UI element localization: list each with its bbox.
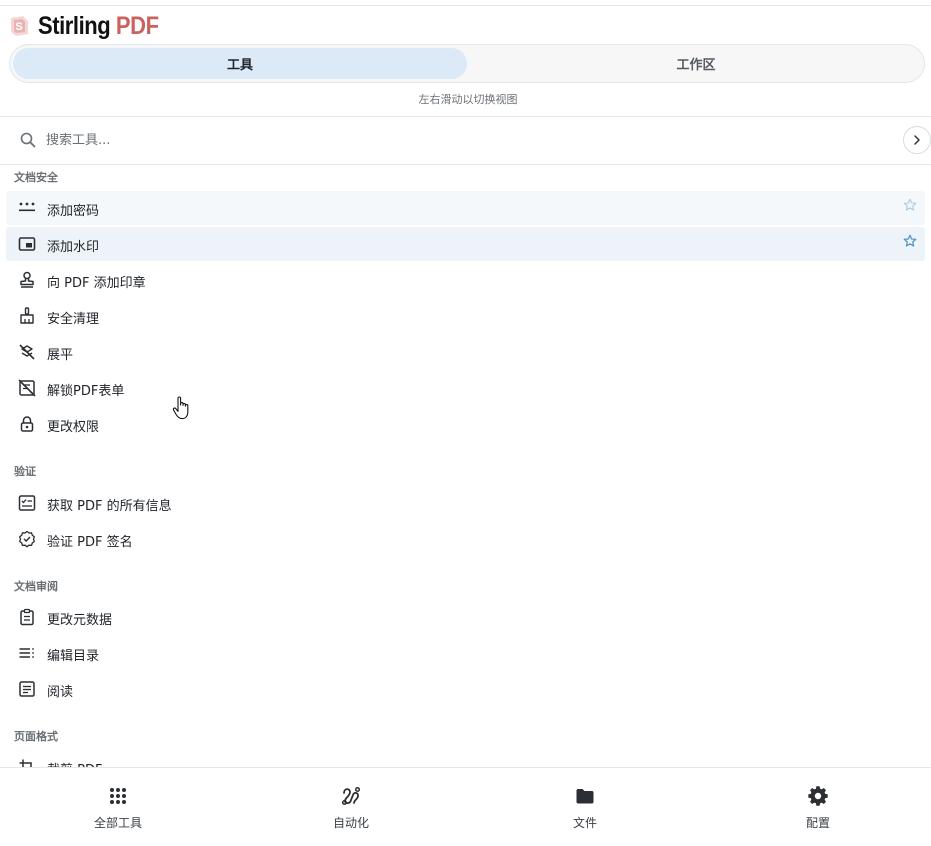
tool-unlock-pdf-forms[interactable]: 解锁PDF表单 xyxy=(6,371,925,405)
search-icon xyxy=(20,132,36,148)
tool-label: 裁剪 PDF xyxy=(47,759,102,767)
chevron-right-icon xyxy=(914,135,920,145)
tool-verify-signature[interactable]: 验证 PDF 签名 xyxy=(6,522,925,556)
nav-label: 配置 xyxy=(805,816,830,830)
automation-icon xyxy=(341,786,361,806)
star-icon[interactable] xyxy=(903,198,917,212)
toc-list-icon xyxy=(19,648,34,658)
stirling-logo-icon: S xyxy=(11,16,28,36)
nav-settings[interactable]: 配置 xyxy=(758,768,878,846)
tool-label: 添加水印 xyxy=(47,240,100,255)
star-icon[interactable] xyxy=(903,234,917,248)
tab-tools[interactable]: 工具 xyxy=(13,48,467,79)
tool-label: 获取 PDF 的所有信息 xyxy=(47,499,172,514)
top-border xyxy=(0,5,931,6)
app-title: Stirling PDF xyxy=(38,12,159,40)
search-input[interactable] xyxy=(46,129,866,151)
app-title-stirling: Stirling xyxy=(38,12,111,40)
search-bar xyxy=(0,117,931,164)
tool-flatten[interactable]: 展平 xyxy=(6,335,925,369)
tool-label: 添加密码 xyxy=(47,204,100,219)
nav-files[interactable]: 文件 xyxy=(525,768,645,846)
app-title-pdf: PDF xyxy=(115,12,159,40)
tool-label: 展平 xyxy=(47,348,74,363)
tool-crop-pdf[interactable]: 裁剪 PDF xyxy=(6,750,925,767)
tool-label: 向 PDF 添加印章 xyxy=(47,276,146,291)
category-heading: 页面格式 xyxy=(14,730,58,743)
unlock-form-icon xyxy=(18,379,36,397)
tool-add-watermark[interactable]: 添加水印 xyxy=(6,227,925,261)
tool-label: 安全清理 xyxy=(47,312,100,327)
tool-label: 阅读 xyxy=(47,685,74,700)
category-heading: 文档安全 xyxy=(14,171,58,184)
tab-workspace[interactable]: 工作区 xyxy=(469,48,923,79)
clipboard-icon xyxy=(20,608,34,626)
watermark-icon xyxy=(18,237,36,251)
broom-icon xyxy=(20,307,34,324)
tool-label: 更改权限 xyxy=(47,420,100,435)
nav-all-tools[interactable]: 全部工具 xyxy=(58,768,178,846)
verified-badge-icon xyxy=(19,530,35,548)
view-switcher: 工具 工作区 xyxy=(9,44,925,83)
category-heading: 验证 xyxy=(14,465,36,478)
svg-text:S: S xyxy=(15,21,22,33)
gear-icon xyxy=(808,786,828,806)
tool-change-permissions[interactable]: 更改权限 xyxy=(6,407,925,441)
folder-icon xyxy=(576,789,594,804)
tool-read[interactable]: 阅读 xyxy=(6,672,925,706)
article-icon xyxy=(19,681,35,697)
swipe-hint: 左右滑动以切换视图 xyxy=(418,93,518,106)
tool-add-stamp[interactable]: 向 PDF 添加印章 xyxy=(6,263,925,297)
tool-list: 文档安全 添加密码 添加水印 向 PDF 添加印章 安全清理 展平 解锁PDF表… xyxy=(0,165,931,767)
lock-icon xyxy=(20,416,34,432)
tool-label: 解锁PDF表单 xyxy=(47,384,125,399)
grid-dots-icon xyxy=(110,788,126,804)
nav-automation[interactable]: 自动化 xyxy=(291,768,411,846)
tool-add-password[interactable]: 添加密码 xyxy=(6,191,925,225)
nav-label: 全部工具 xyxy=(93,816,142,830)
collapse-panel-button[interactable] xyxy=(903,126,931,154)
info-list-icon xyxy=(18,495,36,511)
stamp-icon xyxy=(20,271,34,288)
tool-label: 验证 PDF 签名 xyxy=(47,535,133,550)
flatten-icon xyxy=(19,344,35,360)
crop-icon xyxy=(19,759,32,767)
nav-label: 文件 xyxy=(572,816,597,830)
tool-get-pdf-info[interactable]: 获取 PDF 的所有信息 xyxy=(6,486,925,520)
password-icon xyxy=(19,202,35,212)
nav-label: 自动化 xyxy=(332,816,369,830)
tool-sanitize[interactable]: 安全清理 xyxy=(6,299,925,333)
bottom-navigation: 全部工具 自动化 文件 配置 xyxy=(0,767,931,846)
tool-edit-toc[interactable]: 编辑目录 xyxy=(6,636,925,670)
app-logo[interactable]: S Stirling PDF xyxy=(8,12,175,40)
tool-label: 编辑目录 xyxy=(47,649,100,664)
category-heading: 文档审阅 xyxy=(14,580,58,593)
tool-label: 更改元数据 xyxy=(47,613,113,628)
tool-change-metadata[interactable]: 更改元数据 xyxy=(6,600,925,634)
